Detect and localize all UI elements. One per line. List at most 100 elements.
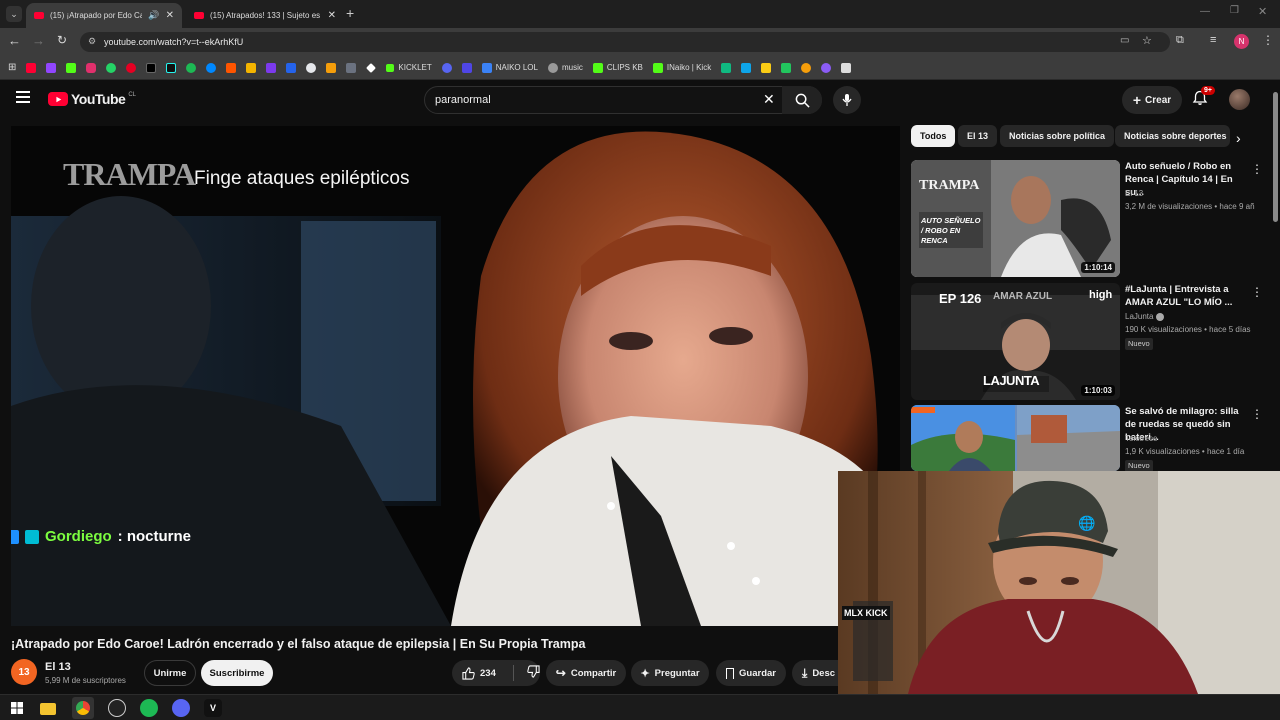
bookmark-icon[interactable] [721, 62, 732, 73]
obs-icon[interactable] [108, 699, 126, 717]
clear-search-icon[interactable]: ✕ [763, 91, 775, 108]
chips-next-icon[interactable]: › [1236, 130, 1241, 146]
discord-icon[interactable] [172, 699, 190, 717]
bookmark-icon[interactable] [326, 62, 337, 73]
discord-bookmark-icon[interactable] [441, 62, 452, 73]
bookmark-icon[interactable] [461, 62, 472, 73]
extensions-icon[interactable]: ⧉ [1176, 34, 1184, 47]
rec-channel[interactable]: Teletrece [1125, 434, 1157, 443]
window-close-icon[interactable]: ✕ [1258, 5, 1267, 18]
save-button[interactable]: Guardar [716, 660, 786, 686]
video-player[interactable]: TRAMPA Finge ataques epilépticos Gordieg… [11, 126, 900, 626]
video-thumbnail[interactable]: EP 126 AMAR AZUL high LAJUNTA 1:10:03 [911, 283, 1120, 400]
bookmark-icon[interactable] [266, 62, 277, 73]
browser-menu-icon[interactable]: ⋮ [1262, 33, 1274, 47]
url-field[interactable]: ⚙ youtube.com/watch?v=t--ekArhKfU ▭ ☆ [80, 32, 1170, 52]
x-bookmark-icon[interactable] [146, 62, 157, 73]
forward-icon[interactable]: → [32, 33, 45, 48]
ask-button[interactable]: ✦ Preguntar [631, 660, 709, 686]
bookmark-icon[interactable] [821, 62, 832, 73]
media-controls-icon[interactable]: ≡ [1210, 34, 1216, 46]
share-button[interactable]: ↪ Compartir [546, 660, 626, 686]
site-info-icon[interactable]: ⚙ [88, 36, 96, 47]
tab-search-icon[interactable]: ⌄ [6, 6, 22, 22]
reload-icon[interactable]: ↻ [57, 33, 67, 47]
trampa-logo-text: TRAMPA [63, 156, 196, 192]
youtube-bookmark-icon[interactable] [26, 62, 37, 73]
notifications-button[interactable]: 9+ [1192, 86, 1215, 110]
recommendation-item[interactable]: EP 126 AMAR AZUL high LAJUNTA 1:10:03 #L… [911, 283, 1263, 401]
more-options-icon[interactable]: ⋮ [1251, 407, 1263, 421]
bookmark-star-icon[interactable]: ☆ [1142, 34, 1152, 47]
join-button[interactable]: Unirme [144, 660, 196, 686]
bookmark-icon[interactable] [781, 62, 792, 73]
channel-name[interactable]: El 13 [45, 661, 71, 673]
create-button[interactable]: + Crear [1122, 86, 1182, 114]
bookmark-icon[interactable] [366, 62, 377, 73]
back-icon[interactable]: ← [8, 33, 21, 48]
cast-icon[interactable]: ▭ [1120, 35, 1129, 46]
profile-avatar[interactable]: N [1234, 34, 1249, 49]
chip-sports[interactable]: Noticias sobre deportes [1115, 125, 1230, 147]
kick-bookmark-icon[interactable] [66, 62, 77, 73]
rec-channel[interactable]: LaJunta [1125, 312, 1165, 321]
tab-close-icon[interactable]: ✕ [166, 10, 174, 21]
bookmark-naiko-lol[interactable]: NAIKO LOL [481, 62, 538, 73]
voice-search-button[interactable] [833, 86, 861, 114]
pinterest-bookmark-icon[interactable] [126, 62, 137, 73]
more-options-icon[interactable]: ⋮ [1251, 285, 1263, 299]
file-explorer-icon[interactable] [40, 703, 56, 715]
spotify-icon[interactable] [140, 699, 158, 717]
tab-close-icon[interactable]: ✕ [328, 10, 336, 21]
rec-channel[interactable]: El 13 [1125, 189, 1143, 198]
video-thumbnail[interactable] [911, 405, 1120, 471]
tab-active[interactable]: (15) ¡Atrapado por Edo Caroe! 🔊 ✕ [26, 3, 182, 28]
shazam-bookmark-icon[interactable] [206, 62, 217, 73]
new-tab-button[interactable]: + [346, 5, 354, 21]
windows-start-icon[interactable] [8, 699, 26, 717]
soundcloud-bookmark-icon[interactable] [226, 62, 237, 73]
bookmark-icon[interactable] [801, 62, 812, 73]
recommendation-item[interactable]: TRAMPA AUTO SEÑUELO / ROBO EN RENCA 1:10… [911, 160, 1263, 278]
more-options-icon[interactable]: ⋮ [1251, 162, 1263, 176]
bookmark-naiko-kick[interactable]: INaiko | Kick [652, 62, 711, 73]
youtube-logo[interactable]: YouTube CL [48, 91, 136, 107]
chrome-icon[interactable] [72, 697, 94, 719]
youtube-favicon-icon [194, 12, 204, 19]
bookmark-icon[interactable] [286, 62, 297, 73]
bookmark-icon[interactable] [741, 62, 752, 73]
chip-politics[interactable]: Noticias sobre política [1000, 125, 1115, 147]
bookmark-icon[interactable] [346, 62, 357, 73]
bookmark-icon[interactable] [841, 62, 852, 73]
bookmark-icon[interactable] [246, 62, 257, 73]
restore-icon[interactable]: ❐ [1230, 5, 1239, 16]
tab-inactive[interactable]: (15) Atrapados! 133 | Sujeto es ✕ [186, 3, 344, 28]
whatsapp-bookmark-icon[interactable] [106, 62, 117, 73]
like-button[interactable]: 234 [452, 666, 508, 680]
bookmark-icon[interactable] [761, 62, 772, 73]
search-button[interactable] [782, 86, 822, 114]
account-avatar[interactable] [1229, 89, 1250, 110]
subscribe-button[interactable]: Suscribirme [201, 660, 273, 686]
bookmark-icon[interactable] [306, 62, 317, 73]
tiktok-bookmark-icon[interactable] [166, 62, 177, 73]
channel-avatar[interactable]: 13 [11, 659, 37, 685]
bookmark-clips-kb[interactable]: CLIPS KB [592, 62, 643, 73]
minimize-icon[interactable]: — [1200, 6, 1210, 17]
twitch-bookmark-icon[interactable] [46, 62, 57, 73]
page-scrollbar[interactable] [1271, 80, 1280, 470]
rec-title[interactable]: #LaJunta | Entrevista a AMAR AZUL "LO MÍ… [1125, 283, 1245, 309]
scrollbar-thumb[interactable] [1273, 92, 1278, 222]
dislike-button[interactable] [519, 665, 540, 681]
chip-el-13[interactable]: El 13 [958, 125, 998, 147]
hamburger-menu-icon[interactable] [16, 91, 30, 103]
chip-all[interactable]: Todos [911, 125, 956, 147]
apps-grid-icon[interactable]: ⊞ [8, 62, 16, 73]
app-icon[interactable]: V [204, 699, 222, 717]
search-input[interactable]: paranormal ✕ [424, 86, 822, 114]
bookmark-kicklet[interactable]: KICKLET [386, 63, 432, 72]
bookmark-music[interactable]: music [547, 62, 583, 73]
video-thumbnail[interactable]: TRAMPA AUTO SEÑUELO / ROBO EN RENCA 1:10… [911, 160, 1120, 277]
spotify-bookmark-icon[interactable] [186, 62, 197, 73]
instagram-bookmark-icon[interactable] [86, 62, 97, 73]
